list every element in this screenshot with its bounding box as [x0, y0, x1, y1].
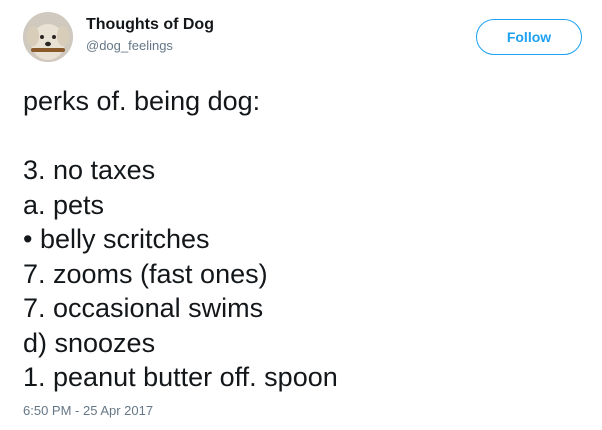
- list-item: 7. occasional swims: [23, 293, 264, 323]
- avatar[interactable]: [23, 12, 73, 62]
- display-name[interactable]: Thoughts of Dog: [86, 15, 214, 35]
- user-handle[interactable]: @dog_feelings: [86, 38, 173, 54]
- list-item: 3. no taxes: [23, 155, 156, 185]
- tweet-card: Thoughts of Dog @dog_feelings Follow per…: [0, 0, 602, 430]
- list-item: 1. peanut butter off. spoon: [23, 362, 338, 392]
- follow-button[interactable]: Follow: [476, 19, 582, 55]
- list-item: 7. zooms (fast ones): [23, 258, 268, 289]
- list-item: a. pets: [23, 189, 105, 220]
- dog-avatar-icon: [23, 12, 73, 62]
- tweet-text: perks of. being dog: 3. no taxes a. pets…: [23, 84, 583, 395]
- tweet-timestamp[interactable]: 6:50 PM - 25 Apr 2017: [23, 403, 153, 419]
- list-item: • belly scritches: [23, 224, 210, 254]
- list-item: d) snoozes: [23, 327, 156, 358]
- tweet-heading: perks of. being dog:: [23, 86, 261, 116]
